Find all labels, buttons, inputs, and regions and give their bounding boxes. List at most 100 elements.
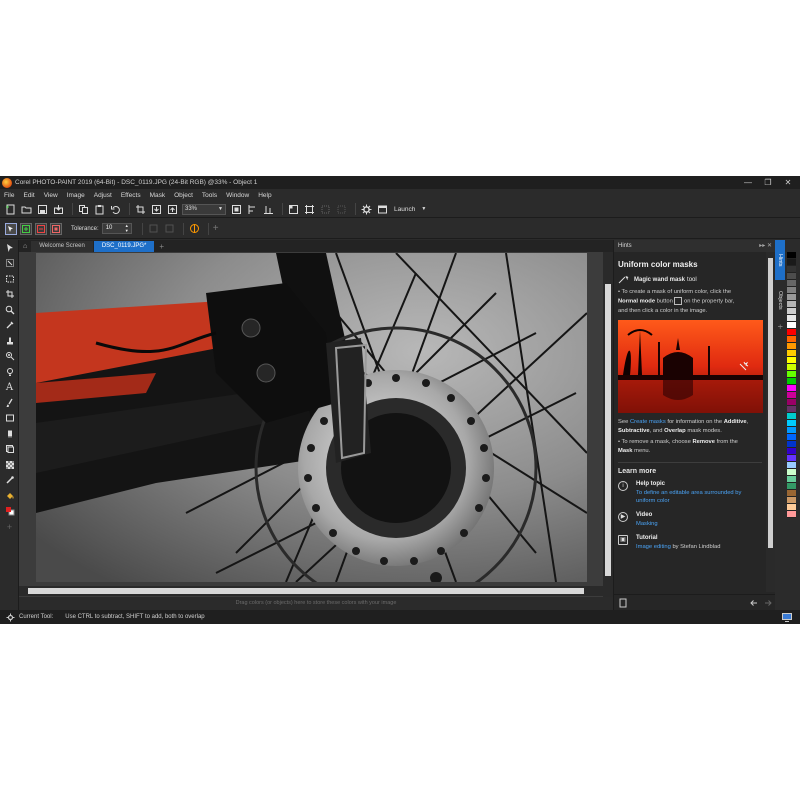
- color-swatch[interactable]: [787, 280, 796, 287]
- mask-marquee-button[interactable]: [303, 203, 316, 216]
- paste-button[interactable]: [93, 203, 106, 216]
- tolerance-input[interactable]: 10 ▲ ▼: [101, 223, 132, 234]
- add-icon[interactable]: +: [213, 223, 219, 234]
- tab-objects[interactable]: Objects: [775, 280, 785, 320]
- tab-hints[interactable]: Hints: [775, 240, 785, 280]
- paint-tool[interactable]: [0, 395, 19, 411]
- menu-view[interactable]: View: [44, 192, 58, 199]
- new-document-button[interactable]: [4, 203, 17, 216]
- photo-canvas[interactable]: [36, 253, 587, 582]
- new-tab-icon[interactable]: +: [155, 241, 168, 252]
- anti-aliasing-button[interactable]: [188, 222, 201, 235]
- launch-label[interactable]: Launch: [394, 206, 415, 213]
- object-lock-button[interactable]: [319, 203, 332, 216]
- mask-visible-button[interactable]: [287, 203, 300, 216]
- color-swatch[interactable]: [787, 483, 796, 490]
- color-swatch[interactable]: [787, 357, 796, 364]
- hints-scroll-thumb[interactable]: [768, 258, 773, 548]
- copy-button[interactable]: [77, 203, 90, 216]
- canvas-vertical-scrollbar[interactable]: [603, 252, 613, 597]
- rectangle-mask-tool[interactable]: [0, 271, 19, 287]
- monitor-icon[interactable]: [782, 613, 792, 622]
- brush-tool[interactable]: [0, 364, 19, 380]
- forward-arrow-icon[interactable]: [763, 598, 773, 608]
- color-eyedropper-tool[interactable]: [0, 473, 19, 489]
- color-swatch[interactable]: [787, 385, 796, 392]
- color-swatch[interactable]: [787, 273, 796, 280]
- color-swatch[interactable]: [787, 448, 796, 455]
- hints-scrollbar[interactable]: [766, 252, 775, 592]
- shape-tool[interactable]: [0, 411, 19, 427]
- menu-image[interactable]: Image: [67, 192, 85, 199]
- tab-document[interactable]: DSC_0119.JPG*: [93, 241, 155, 252]
- color-swatch[interactable]: [787, 420, 796, 427]
- document-icon[interactable]: [618, 598, 628, 608]
- color-swatch[interactable]: [787, 504, 796, 511]
- tutorial-link[interactable]: Image editing: [636, 544, 671, 550]
- zoom-tool[interactable]: [0, 302, 19, 318]
- color-swatch[interactable]: [787, 343, 796, 350]
- color-swatch[interactable]: [787, 455, 796, 462]
- vertical-scroll-thumb[interactable]: [605, 284, 611, 576]
- color-swatch[interactable]: [787, 315, 796, 322]
- color-swatch[interactable]: [787, 406, 796, 413]
- home-icon[interactable]: ⌂: [19, 241, 31, 252]
- color-swatch[interactable]: [787, 490, 796, 497]
- add-tool-button[interactable]: +: [0, 519, 19, 535]
- color-swatch[interactable]: [787, 399, 796, 406]
- red-eye-tool[interactable]: [0, 349, 19, 365]
- color-swatch[interactable]: [787, 511, 796, 518]
- color-swatch[interactable]: [787, 322, 796, 329]
- color-swatch[interactable]: [787, 301, 796, 308]
- disabled-propbar-button[interactable]: [147, 222, 160, 235]
- distribute-button[interactable]: [262, 203, 275, 216]
- chevron-down-icon[interactable]: ▼: [421, 206, 426, 212]
- options-button[interactable]: [360, 203, 373, 216]
- color-swatch[interactable]: [787, 441, 796, 448]
- menu-tools[interactable]: Tools: [202, 192, 217, 199]
- color-swatch[interactable]: [787, 378, 796, 385]
- clone-tool[interactable]: [0, 333, 19, 349]
- align-button[interactable]: [246, 203, 259, 216]
- color-swatch[interactable]: [787, 294, 796, 301]
- menu-file[interactable]: File: [4, 192, 14, 199]
- open-button[interactable]: [20, 203, 33, 216]
- tab-welcome-screen[interactable]: Welcome Screen: [31, 241, 93, 252]
- drawing-workspace[interactable]: [19, 252, 613, 597]
- text-tool[interactable]: A: [0, 380, 19, 396]
- undo-button[interactable]: [109, 203, 122, 216]
- mask-transform-tool[interactable]: [0, 256, 19, 272]
- save-button[interactable]: [36, 203, 49, 216]
- menu-adjust[interactable]: Adjust: [94, 192, 112, 199]
- color-swatch[interactable]: [787, 336, 796, 343]
- menu-object[interactable]: Object: [174, 192, 193, 199]
- color-swatch[interactable]: [787, 259, 796, 266]
- color-swatch[interactable]: [787, 413, 796, 420]
- disabled-propbar-button[interactable]: [163, 222, 176, 235]
- close-button[interactable]: ✕: [778, 176, 798, 189]
- color-swatch[interactable]: [787, 308, 796, 315]
- create-masks-link[interactable]: Create masks: [630, 419, 666, 425]
- color-swatch[interactable]: [787, 350, 796, 357]
- color-swatch[interactable]: [787, 476, 796, 483]
- minimize-button[interactable]: —: [738, 176, 758, 189]
- pattern-tool[interactable]: [0, 457, 19, 473]
- menu-mask[interactable]: Mask: [150, 192, 166, 199]
- color-swatch[interactable]: [787, 364, 796, 371]
- object-transparency-tool[interactable]: [0, 442, 19, 458]
- color-swatch[interactable]: [787, 497, 796, 504]
- document-palette-strip[interactable]: Drag colors (or objects) here to store t…: [19, 597, 613, 610]
- color-swatch[interactable]: [787, 462, 796, 469]
- color-swatch[interactable]: [787, 469, 796, 476]
- maximize-button[interactable]: ❐: [758, 176, 778, 189]
- help-topic-link[interactable]: To define an editable area surrounded by…: [636, 489, 762, 505]
- pick-tool[interactable]: [0, 240, 19, 256]
- import-image-button[interactable]: [150, 203, 163, 216]
- color-swatch[interactable]: [787, 371, 796, 378]
- color-swatch[interactable]: [787, 427, 796, 434]
- zoom-level-select[interactable]: 33% ▼: [182, 203, 226, 215]
- zoom-to-fit-button[interactable]: [230, 203, 243, 216]
- canvas-horizontal-scrollbar[interactable]: [19, 586, 603, 596]
- eyedropper-tool[interactable]: [0, 318, 19, 334]
- eraser-tool[interactable]: [0, 426, 19, 442]
